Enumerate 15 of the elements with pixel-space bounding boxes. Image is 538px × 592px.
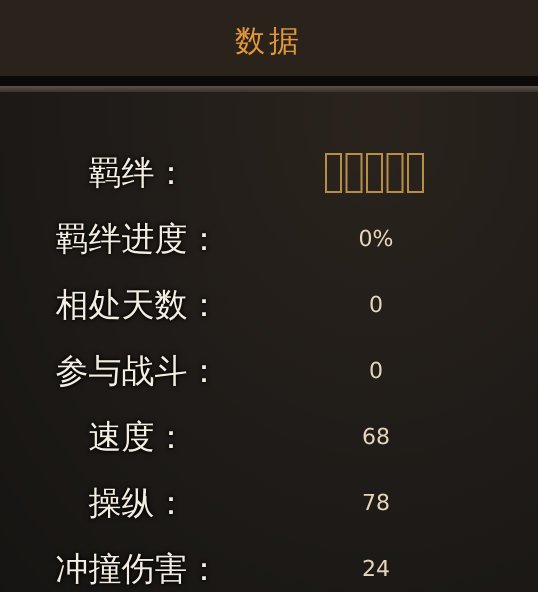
rectangles-icon xyxy=(325,153,427,193)
stat-label: 参与战斗： xyxy=(56,350,220,392)
stat-value: 0 xyxy=(369,292,383,320)
stat-label: 羁绊： xyxy=(88,152,188,194)
stat-label: 速度： xyxy=(88,416,188,458)
stat-value: 0 xyxy=(369,358,383,386)
panel-title: 数据 xyxy=(235,22,303,60)
stat-value: 78 xyxy=(362,490,390,518)
stat-label: 相处天数： xyxy=(56,284,220,326)
stat-label: 操纵： xyxy=(88,482,188,524)
stat-value: 68 xyxy=(362,424,390,452)
stat-value: 0% xyxy=(358,226,394,254)
stat-label: 羁绊进度： xyxy=(56,218,220,260)
stat-label: 冲撞伤害： xyxy=(56,548,220,590)
stat-value: 24 xyxy=(362,556,390,584)
